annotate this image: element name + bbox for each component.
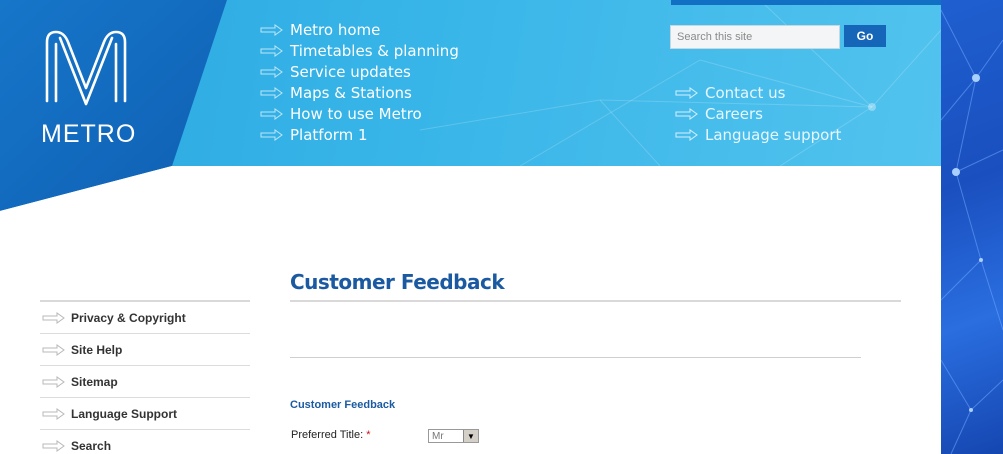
nav-item-label: How to use Metro (290, 104, 422, 123)
nav-item-platform-1[interactable]: Platform 1 (260, 124, 459, 145)
sidebar-item-label: Search (71, 438, 112, 453)
sidebar-item-search[interactable]: Search (40, 430, 250, 454)
arrow-right-icon (42, 343, 65, 356)
arrow-right-icon (260, 86, 283, 99)
sidebar-navigation: Privacy & Copyright Site Help Sitemap La… (40, 300, 250, 454)
select-value: Mr (432, 430, 444, 442)
arrow-right-icon (260, 65, 283, 78)
sidebar-item-label: Privacy & Copyright (71, 310, 186, 325)
form-heading: Customer Feedback (290, 399, 396, 411)
arrow-right-icon (42, 311, 65, 324)
sidebar-item-privacy-copyright[interactable]: Privacy & Copyright (40, 302, 250, 334)
search-input[interactable] (670, 25, 840, 49)
arrow-right-icon (42, 407, 65, 420)
nav-item-contact-us[interactable]: Contact us (675, 82, 841, 103)
nav-item-how-to-use[interactable]: How to use Metro (260, 103, 459, 124)
page-title: Customer Feedback (290, 270, 505, 294)
nav-item-label: Careers (705, 104, 763, 123)
nav-item-language-support[interactable]: Language support (675, 124, 841, 145)
chevron-down-icon[interactable]: ▼ (463, 430, 478, 442)
nav-item-label: Metro home (290, 20, 381, 39)
metro-wordmark[interactable]: METRO (41, 120, 136, 149)
arrow-right-icon (675, 86, 698, 99)
sidebar-item-label: Site Help (71, 342, 123, 357)
nav-item-label: Contact us (705, 83, 786, 102)
sidebar-item-label: Language Support (71, 406, 177, 421)
decorative-network-background (941, 0, 1003, 454)
divider (290, 300, 901, 302)
arrow-right-icon (260, 128, 283, 141)
nav-item-maps-stations[interactable]: Maps & Stations (260, 82, 459, 103)
nav-item-careers[interactable]: Careers (675, 103, 841, 124)
nav-item-label: Maps & Stations (290, 83, 412, 102)
divider (290, 357, 861, 358)
utility-navigation: Contact us Careers Language support (675, 82, 841, 145)
arrow-right-icon (260, 107, 283, 120)
sidebar-item-language-support[interactable]: Language Support (40, 398, 250, 430)
field-label-text: Preferred Title: (291, 429, 364, 441)
preferred-title-label: Preferred Title: * (291, 429, 370, 441)
arrow-right-icon (675, 107, 698, 120)
sidebar-item-site-help[interactable]: Site Help (40, 334, 250, 366)
nav-item-timetables[interactable]: Timetables & planning (260, 40, 459, 61)
preferred-title-select[interactable]: Mr ▼ (428, 429, 479, 443)
nav-item-label: Platform 1 (290, 125, 368, 144)
arrow-right-icon (260, 44, 283, 57)
nav-item-metro-home[interactable]: Metro home (260, 19, 459, 40)
arrow-right-icon (675, 128, 698, 141)
nav-item-service-updates[interactable]: Service updates (260, 61, 459, 82)
sidebar-item-label: Sitemap (71, 374, 118, 389)
search-go-button[interactable]: Go (844, 25, 886, 47)
nav-item-label: Language support (705, 125, 842, 144)
arrow-right-icon (42, 375, 65, 388)
required-marker: * (366, 429, 371, 441)
nav-item-label: Service updates (290, 62, 411, 81)
header-top-strip (671, 0, 941, 5)
nav-item-label: Timetables & planning (290, 41, 459, 60)
arrow-right-icon (42, 439, 65, 452)
main-navigation: Metro home Timetables & planning Service… (260, 19, 459, 145)
sidebar-item-sitemap[interactable]: Sitemap (40, 366, 250, 398)
arrow-right-icon (260, 23, 283, 36)
